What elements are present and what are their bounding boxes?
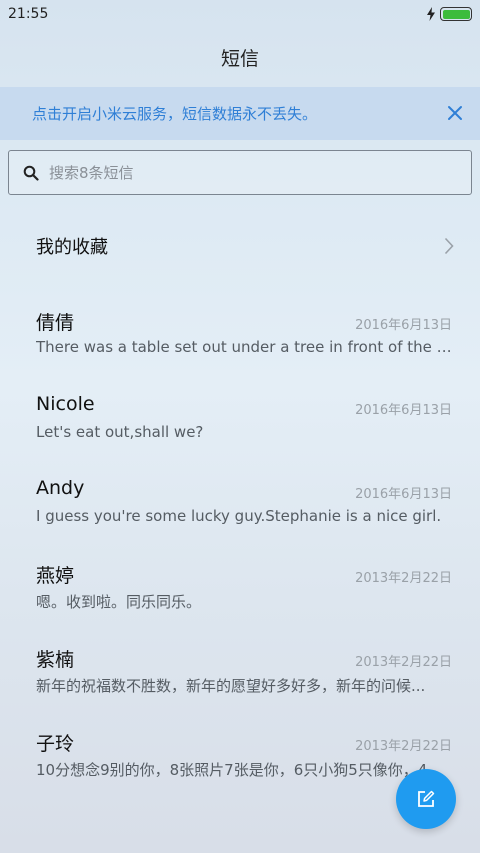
contact-name: 子玲: [36, 733, 75, 755]
cloud-service-banner[interactable]: 点击开启小米云服务，短信数据永不丢失。: [0, 87, 480, 140]
compose-button[interactable]: [396, 769, 456, 829]
search-icon: [23, 165, 39, 181]
message-date: 2013年2月22日: [355, 739, 452, 754]
close-icon[interactable]: [446, 104, 464, 122]
conversation-item[interactable]: 燕婷 2013年2月22日 嗯。收到啦。同乐同乐。: [0, 541, 480, 625]
search-input[interactable]: 搜索8条短信: [8, 150, 472, 195]
banner-text[interactable]: 点击开启小米云服务，短信数据永不丢失。: [32, 103, 317, 124]
status-bar: 21:55: [0, 0, 480, 28]
contact-name: 燕婷: [36, 565, 75, 587]
status-icons: [426, 7, 472, 21]
chevron-right-icon: [444, 237, 454, 255]
status-time: 21:55: [8, 6, 49, 22]
battery-icon: [440, 7, 472, 21]
contact-name: 倩倩: [36, 312, 75, 334]
conversation-item[interactable]: Andy 2016年6月13日 I guess you're some luck…: [0, 457, 480, 541]
conversation-item[interactable]: Nicole 2016年6月13日 Let's eat out,shall we…: [0, 373, 480, 457]
conversation-item[interactable]: 紫楠 2013年2月22日 新年的祝福数不胜数，新年的愿望好多好多，新年的问候.…: [0, 625, 480, 709]
contact-name: 紫楠: [36, 649, 75, 671]
message-preview: 10分想念9别的你，8张照片7张是你，6只小狗5只像你，4...: [36, 761, 442, 779]
message-preview: 嗯。收到啦。同乐同乐。: [36, 593, 202, 611]
message-date: 2013年2月22日: [355, 571, 452, 586]
message-preview: Let's eat out,shall we?: [36, 423, 204, 441]
favorites-item[interactable]: 我的收藏: [0, 205, 480, 287]
compose-icon: [418, 790, 435, 807]
conversation-item[interactable]: 倩倩 2016年6月13日 There was a table set out …: [0, 288, 480, 372]
favorites-label: 我的收藏: [36, 237, 108, 258]
search-placeholder: 搜索8条短信: [49, 164, 134, 182]
charging-bolt-icon: [427, 7, 435, 21]
message-date: 2016年6月13日: [355, 318, 452, 333]
message-preview: There was a table set out under a tree i…: [36, 338, 454, 356]
message-date: 2016年6月13日: [355, 487, 452, 502]
message-date: 2016年6月13日: [355, 403, 452, 418]
message-preview: I guess you're some lucky guy.Stephanie …: [36, 507, 442, 525]
page-title: 短信: [220, 47, 259, 70]
contact-name: Andy: [36, 477, 85, 499]
message-date: 2013年2月22日: [355, 655, 452, 670]
contact-name: Nicole: [36, 393, 95, 415]
message-preview: 新年的祝福数不胜数，新年的愿望好多好多，新年的问候...: [36, 677, 426, 695]
